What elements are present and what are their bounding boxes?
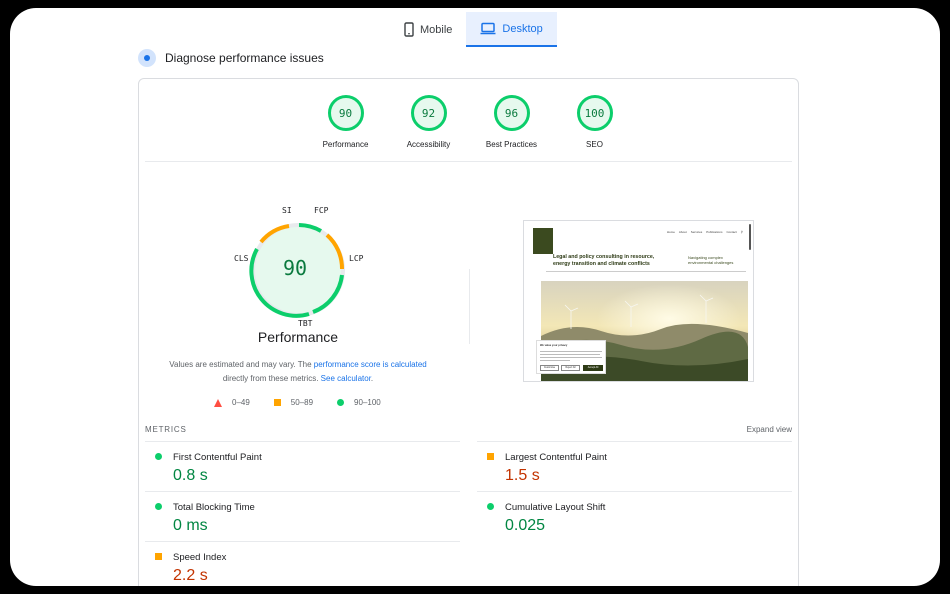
- site-nav: Home About Services Publications Contact…: [667, 230, 743, 234]
- metrics-title: METRICS: [145, 425, 187, 434]
- score-value: 96: [493, 95, 530, 131]
- triangle-icon: [214, 398, 222, 407]
- site-headline: Legal and policy consulting in resource,…: [553, 254, 655, 267]
- metric-name: Total Blocking Time: [173, 502, 255, 513]
- metric-name: Cumulative Layout Shift: [505, 502, 606, 513]
- metric-value: 0.025: [505, 517, 546, 534]
- laptop-icon: [480, 22, 496, 35]
- metric-fcp: First Contentful Paint 0.8 s: [145, 441, 460, 491]
- nav-item: Services: [690, 230, 703, 234]
- score-label: Best Practices: [485, 140, 538, 149]
- gauge-accessibility[interactable]: 92 Accessibility: [387, 95, 470, 149]
- metric-value: 0.8 s: [173, 467, 208, 484]
- metric-name: Speed Index: [173, 552, 227, 563]
- note-mid: directly from these metrics.: [222, 374, 321, 383]
- divider: [145, 161, 792, 162]
- legend-item-good: 90–100: [337, 398, 381, 407]
- tab-desktop[interactable]: Desktop: [466, 12, 557, 47]
- score-legend: 0–49 50–89 90–100: [214, 398, 381, 407]
- nav-item: About: [678, 230, 687, 234]
- metric-value: 2.2 s: [173, 567, 208, 584]
- tab-mobile[interactable]: Mobile: [390, 12, 466, 47]
- report-card: 90 Performance 92 Accessibility 96 Best …: [138, 78, 799, 586]
- cookie-banner: We value your privacy Customise Reject A…: [536, 340, 606, 374]
- nav-item: Home: [666, 230, 675, 234]
- score-gauges: 90 Performance 92 Accessibility 96 Best …: [304, 95, 636, 149]
- legend-range: 90–100: [354, 398, 381, 407]
- legend-item-poor: 0–49: [214, 398, 250, 407]
- note-prefix: Values are estimated and may vary. The: [169, 360, 314, 369]
- average-status-icon: [155, 553, 162, 560]
- page-screenshot-thumbnail: Home About Services Publications Contact…: [523, 220, 754, 382]
- performance-score-link[interactable]: performance score is calculated: [314, 360, 427, 369]
- calculator-link[interactable]: See calculator: [321, 374, 371, 383]
- diagnose-header: Diagnose performance issues: [138, 49, 324, 67]
- good-status-icon: [155, 453, 162, 460]
- performance-title: Performance: [257, 329, 339, 345]
- site-subheading: Navigating complex environmental challen…: [688, 255, 734, 265]
- diagnose-label: Diagnose performance issues: [165, 51, 324, 65]
- score-value: 90: [327, 95, 364, 131]
- expand-view-button[interactable]: Expand view: [747, 425, 792, 434]
- score-label: Performance: [322, 140, 369, 149]
- average-status-icon: [487, 453, 494, 460]
- cookie-title: We value your privacy: [540, 344, 568, 347]
- segment-label-cls: CLS: [234, 254, 249, 263]
- metric-value: 0 ms: [173, 517, 208, 534]
- device-tabs: Mobile Desktop: [390, 12, 557, 47]
- segment-label-lcp: LCP: [349, 254, 364, 263]
- segment-label-si: SI: [282, 206, 292, 215]
- metric-cls: Cumulative Layout Shift 0.025: [477, 491, 792, 541]
- metric-name: First Contentful Paint: [173, 452, 262, 463]
- legend-range: 0–49: [232, 398, 250, 407]
- cookie-reject-button: Reject All: [561, 365, 580, 371]
- legend-range: 50–89: [290, 398, 314, 407]
- circle-icon: [337, 399, 345, 406]
- gauge-performance[interactable]: 90 Performance: [304, 95, 387, 149]
- metric-lcp: Largest Contentful Paint 1.5 s: [477, 441, 792, 491]
- score-value: 92: [410, 95, 447, 131]
- nav-item: Publications: [706, 230, 723, 234]
- search-icon: ⚲: [740, 230, 743, 234]
- metric-tbt: Total Blocking Time 0 ms: [145, 491, 460, 541]
- note-suffix: .: [370, 374, 374, 383]
- cookie-customise-button: Customise: [540, 365, 559, 371]
- score-value: 100: [576, 95, 613, 131]
- vertical-divider: [469, 269, 470, 344]
- diagnose-icon: [138, 49, 156, 67]
- gauge-best-practices[interactable]: 96 Best Practices: [470, 95, 553, 149]
- tab-desktop-label: Desktop: [502, 22, 543, 35]
- good-status-icon: [155, 503, 162, 510]
- performance-gauge: SI FCP LCP TBT CLS 90: [231, 206, 366, 339]
- segment-label-tbt: TBT: [298, 319, 313, 328]
- performance-score: 90: [283, 256, 308, 280]
- scrollbar: [749, 224, 751, 250]
- score-note: Values are estimated and may vary. The p…: [153, 358, 443, 386]
- metric-name: Largest Contentful Paint: [505, 452, 607, 463]
- phone-icon: [404, 22, 414, 37]
- metric-value: 1.5 s: [505, 467, 540, 484]
- site-divider: [546, 271, 746, 272]
- nav-item: Contact: [726, 230, 737, 234]
- site-logo: [533, 228, 553, 254]
- cookie-accept-button: Accept All: [583, 365, 603, 371]
- tab-mobile-label: Mobile: [420, 23, 453, 36]
- pagespeed-panel: Mobile Desktop Diagnose performance issu…: [10, 8, 940, 586]
- score-label: SEO: [586, 140, 603, 149]
- legend-item-average: 50–89: [273, 398, 314, 407]
- segment-label-fcp: FCP: [314, 206, 329, 215]
- metrics-header: METRICS Expand view: [145, 425, 792, 434]
- metric-si: Speed Index 2.2 s: [145, 541, 460, 586]
- score-label: Accessibility: [406, 140, 451, 149]
- gauge-seo[interactable]: 100 SEO: [553, 95, 636, 149]
- square-icon: [273, 399, 281, 406]
- good-status-icon: [487, 503, 494, 510]
